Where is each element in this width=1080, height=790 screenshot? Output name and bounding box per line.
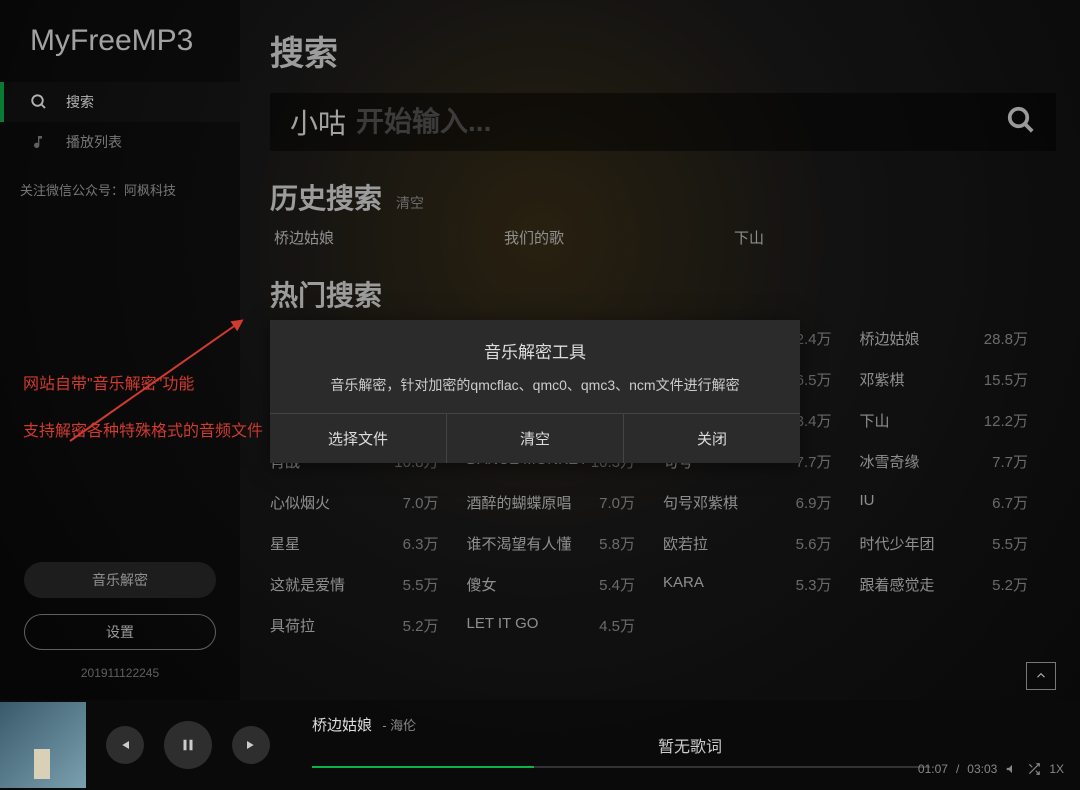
next-button[interactable] [232,726,270,764]
play-pause-button[interactable] [164,721,212,769]
player-bar: 桥边姑娘 - 海伦 暂无歌词 01:07/03:03 1X [0,700,1080,790]
modal-choose-button[interactable]: 选择文件 [270,414,447,463]
modal-clear-button[interactable]: 清空 [447,414,624,463]
lyric-text: 暂无歌词 [658,733,722,757]
modal-title: 音乐解密工具 [270,320,800,375]
track-artist: - 海伦 [382,718,416,733]
modal-description: 音乐解密，针对加密的qmcflac、qmc0、qmc3、ncm文件进行解密 [270,375,800,413]
track-title: 桥边姑娘 - 海伦 [312,714,416,735]
time-elapsed: 01:07 [918,762,948,776]
time-total: 03:03 [967,762,997,776]
speed-label[interactable]: 1X [1049,762,1064,776]
album-art[interactable] [0,702,86,788]
progress-bar[interactable] [312,766,930,768]
prev-button[interactable] [106,726,144,764]
volume-icon[interactable] [1005,762,1019,776]
decrypt-modal: 音乐解密工具 音乐解密，针对加密的qmcflac、qmc0、qmc3、ncm文件… [270,320,800,463]
annotation-2: 支持解密各种特殊格式的音频文件 [23,417,263,441]
progress-fill [312,766,534,768]
shuffle-icon[interactable] [1027,762,1041,776]
annotation-1: 网站自带"音乐解密"功能 [23,370,194,394]
scroll-top-button[interactable] [1026,662,1056,690]
modal-close-button[interactable]: 关闭 [624,414,800,463]
